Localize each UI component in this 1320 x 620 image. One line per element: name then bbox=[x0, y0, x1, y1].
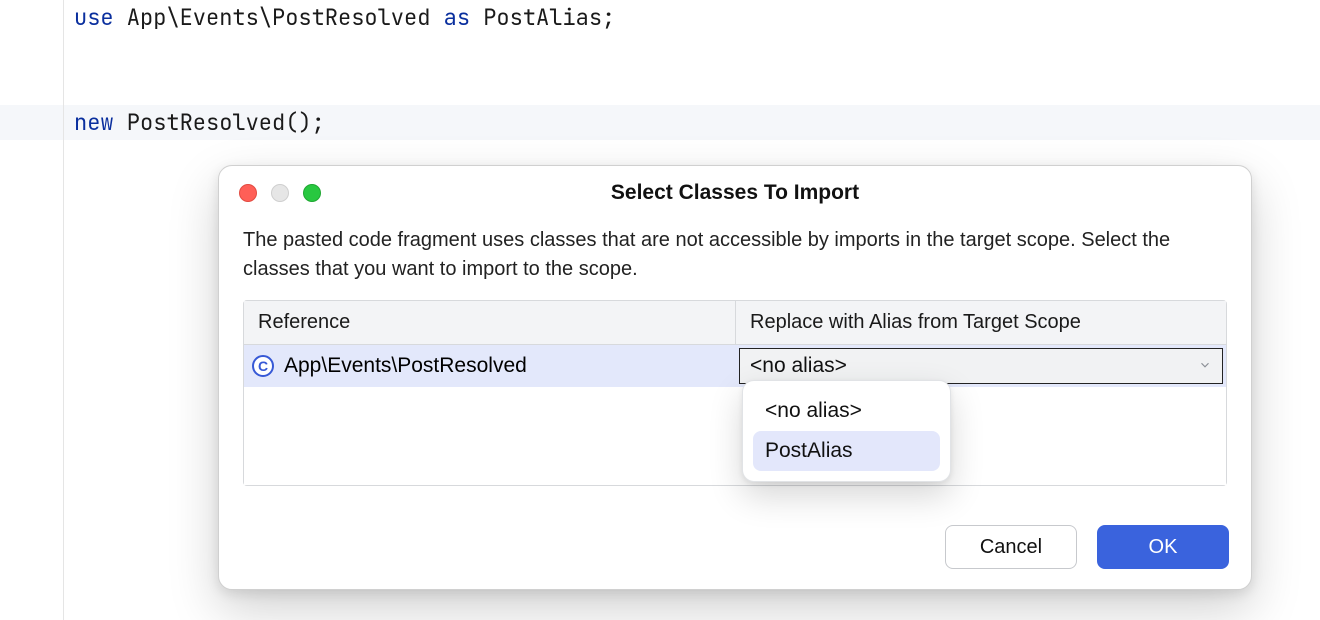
keyword-use: use bbox=[74, 0, 114, 35]
code-editor: use App\Events\PostResolved as PostAlias… bbox=[0, 0, 1320, 140]
ok-button[interactable]: OK bbox=[1097, 525, 1229, 569]
cancel-button[interactable]: Cancel bbox=[945, 525, 1077, 569]
dialog-body: The pasted code fragment uses classes th… bbox=[219, 226, 1251, 486]
alias-dropdown: <no alias> PostAlias bbox=[742, 380, 951, 482]
dropdown-option-no-alias[interactable]: <no alias> bbox=[753, 391, 940, 431]
cell-reference: C App\Events\PostResolved bbox=[244, 345, 736, 387]
dialog-titlebar: Select Classes To Import bbox=[219, 166, 1251, 220]
alias-combobox[interactable]: <no alias> bbox=[739, 348, 1223, 384]
code-text: App\Events\PostResolved bbox=[114, 0, 444, 35]
code-blank-1 bbox=[0, 35, 1320, 70]
reference-text: App\Events\PostResolved bbox=[284, 354, 527, 378]
code-alias: PostAlias bbox=[470, 0, 602, 35]
code-blank-2 bbox=[0, 70, 1320, 105]
dialog-description: The pasted code fragment uses classes th… bbox=[243, 226, 1227, 284]
window-controls bbox=[239, 184, 321, 202]
table-row[interactable]: C App\Events\PostResolved <no alias> bbox=[244, 345, 1226, 387]
code-semi: ; bbox=[602, 0, 615, 35]
window-close-button[interactable] bbox=[239, 184, 257, 202]
table-empty-space bbox=[244, 387, 1226, 485]
class-icon: C bbox=[252, 355, 274, 377]
dialog-title: Select Classes To Import bbox=[611, 181, 859, 205]
keyword-as: as bbox=[444, 0, 470, 35]
keyword-new: new bbox=[74, 105, 114, 140]
chevron-down-icon bbox=[1198, 354, 1212, 378]
code-line-1[interactable]: use App\Events\PostResolved as PostAlias… bbox=[0, 0, 1320, 35]
gutter-divider bbox=[63, 0, 64, 620]
table-header: Reference Replace with Alias from Target… bbox=[244, 301, 1226, 345]
import-dialog: Select Classes To Import The pasted code… bbox=[218, 165, 1252, 590]
code-text-3: PostResolved(); bbox=[114, 105, 325, 140]
dropdown-option-postalias[interactable]: PostAlias bbox=[753, 431, 940, 471]
column-reference[interactable]: Reference bbox=[244, 301, 736, 344]
alias-selected-value: <no alias> bbox=[750, 354, 847, 378]
dialog-buttons: Cancel OK bbox=[945, 525, 1229, 569]
window-minimize-button[interactable] bbox=[271, 184, 289, 202]
import-table: Reference Replace with Alias from Target… bbox=[243, 300, 1227, 486]
window-maximize-button[interactable] bbox=[303, 184, 321, 202]
code-line-3[interactable]: new PostResolved(); bbox=[0, 105, 1320, 140]
column-alias[interactable]: Replace with Alias from Target Scope bbox=[736, 301, 1226, 344]
